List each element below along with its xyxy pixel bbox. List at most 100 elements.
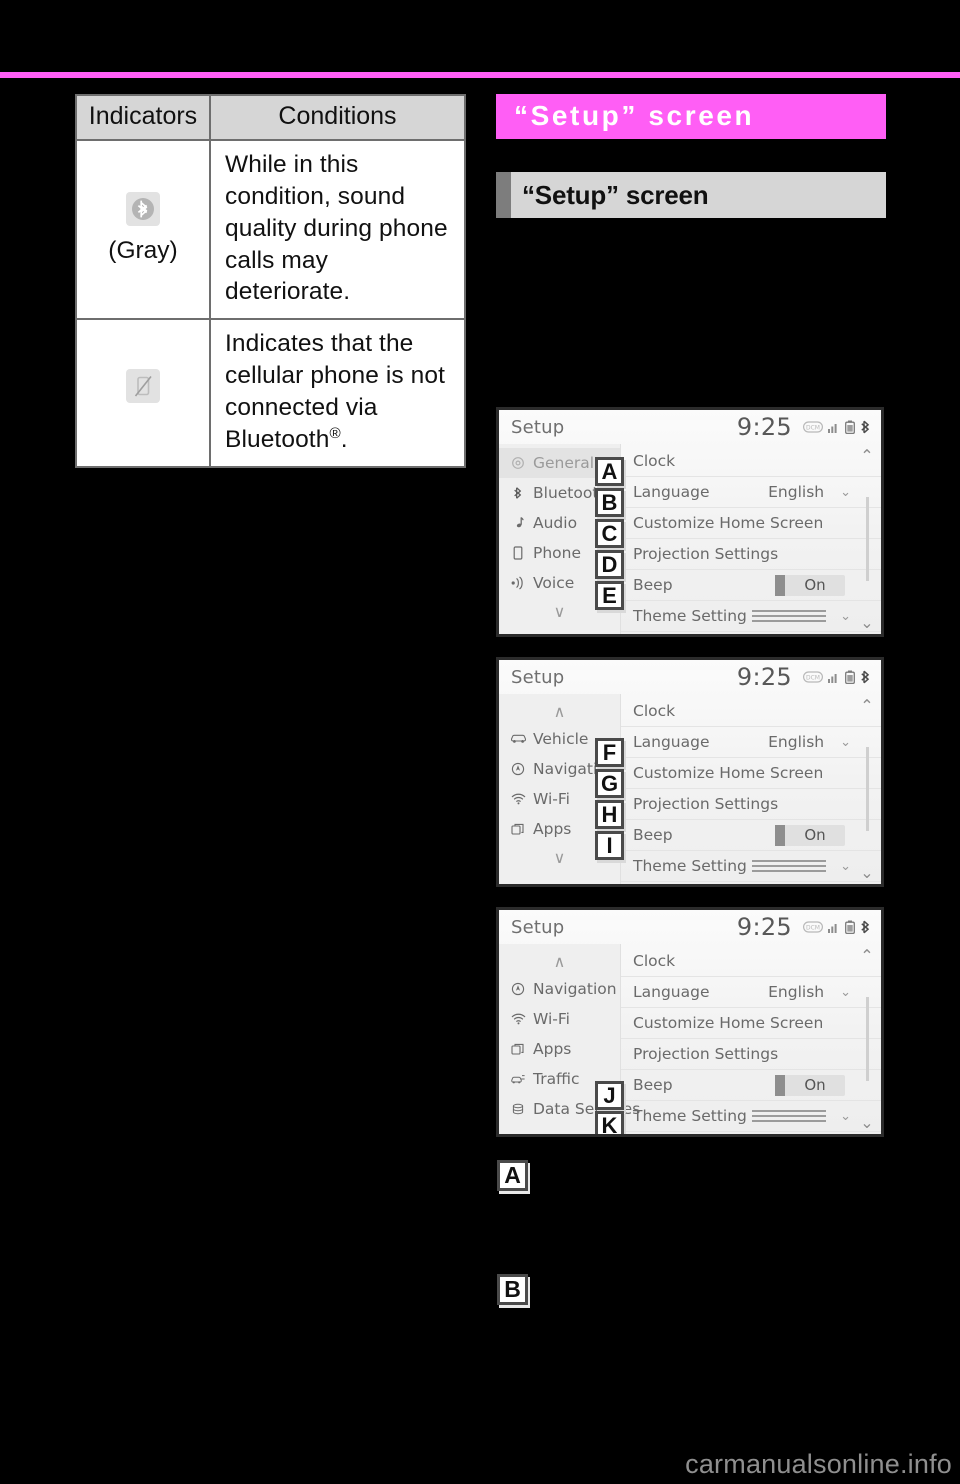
sidebar-scroll-up-3[interactable]: ∧ [499,948,620,974]
setting-row-customize-home-screen[interactable]: Customize Home Screen [621,1008,881,1039]
scroll-track[interactable] [865,719,869,859]
theme-slider-icon[interactable] [752,1110,827,1122]
setup-screen-image-1: Setup 9:25 DCM General Bluetooth Audio P… [496,407,884,637]
scrollbar-3[interactable]: ⌃ ⌄ [856,946,878,1132]
head-unit-ui-1: Setup 9:25 DCM General Bluetooth Audio P… [499,410,881,634]
setting-label: Projection Settings [633,545,779,563]
setting-row-beep[interactable]: Beep On [621,570,881,601]
body-1: General Bluetooth Audio Phone Voice ∨ Cl… [499,444,881,634]
setting-row-beep[interactable]: Beep On [621,820,881,851]
gear-icon [508,456,528,470]
item-marker-b: B [497,1274,528,1305]
beep-toggle[interactable]: On [775,824,845,846]
setting-row-theme-setting[interactable]: Theme Setting ⌄ [621,1101,881,1132]
setup-screen-image-2: Setup 9:25 DCM ∧ Vehicle Navigation Wi-F… [496,657,884,887]
scroll-up-icon[interactable]: ⌃ [860,946,873,965]
setting-row-clock[interactable]: Clock [621,446,881,477]
setting-row-customize-home-screen[interactable]: Customize Home Screen [621,758,881,789]
sidebar-item-wifi[interactable]: Wi-Fi [499,1004,620,1034]
wifi-icon [508,1013,528,1025]
scroll-track[interactable] [865,969,869,1109]
sidebar-item-label: Apps [533,1040,572,1058]
callout-i: I [595,831,624,860]
item-marker-a: A [497,1160,528,1191]
callout-g: G [595,769,624,798]
right-column: “Setup” screen “Setup” screen [496,94,886,218]
sidebar-item-label: Phone [533,544,582,562]
screen-title: Setup [511,666,565,688]
setting-label: Customize Home Screen [633,764,824,782]
chevron-down-icon[interactable]: ⌄ [840,985,851,1000]
svg-text:DCM: DCM [806,425,820,432]
bluetooth-icon [508,486,528,500]
setting-row-language[interactable]: Language English ⌄ [621,977,881,1008]
sidebar-item-label: Audio [533,514,578,532]
sidebar-scroll-up-2[interactable]: ∧ [499,698,620,724]
setting-row-beep[interactable]: Beep On [621,1070,881,1101]
setting-row-projection-settings[interactable]: Projection Settings [621,789,881,820]
setting-row-language[interactable]: Language English ⌄ [621,727,881,758]
screen-title: Setup [511,916,565,938]
sidebar-item-label: Vehicle [533,730,589,748]
music-note-icon [508,516,528,530]
beep-toggle[interactable]: On [775,1074,845,1096]
svg-text:DCM: DCM [806,925,820,932]
beep-toggle[interactable]: On [775,574,845,596]
setting-label: Theme Setting [633,857,747,875]
table-row: (Gray) While in this condition, sound qu… [75,138,466,321]
scroll-up-icon[interactable]: ⌃ [860,696,873,715]
callout-h: H [595,800,624,829]
sidebar-item-label: General [533,454,595,472]
setting-row-projection-settings[interactable]: Projection Settings [621,539,881,570]
toggle-state-label: On [804,1076,826,1094]
traffic-icon [508,1073,528,1086]
phone-disconnected-icon [126,369,160,404]
sidebar-item-label: Wi-Fi [533,790,570,808]
chevron-down-icon[interactable]: ⌄ [840,735,851,750]
header-accent-rule [0,72,960,78]
indicator-cell-phone-disconnected [75,318,211,468]
toggle-knob [775,824,785,846]
chevron-down-icon[interactable]: ⌄ [840,1109,851,1124]
scroll-down-icon[interactable]: ⌄ [860,613,873,632]
indicator-cell-bluetooth: (Gray) [75,138,211,321]
callout-a: A [595,457,624,486]
battery-icon [845,920,855,934]
indicators-table: Indicators Conditions (Gray) While in th… [75,94,466,468]
setting-row-theme-setting[interactable]: Theme Setting ⌄ [621,601,881,632]
chevron-down-icon[interactable]: ⌄ [840,485,851,500]
scrollbar-1[interactable]: ⌃ ⌄ [856,446,878,632]
svg-text:DCM: DCM [806,675,820,682]
signal-icon [828,671,840,683]
sidebar-item-label: Navigation [533,980,617,998]
clock-display: 9:25 [736,663,792,691]
screen-title: Setup [511,416,565,438]
sidebar-item-navigation[interactable]: Navigation [499,974,620,1004]
theme-slider-icon[interactable] [752,610,827,622]
setting-row-projection-settings[interactable]: Projection Settings [621,1039,881,1070]
scroll-track[interactable] [865,469,869,609]
setting-row-clock[interactable]: Clock [621,946,881,977]
sidebar-item-apps[interactable]: Apps [499,1034,620,1064]
chevron-down-icon[interactable]: ⌄ [840,859,851,874]
setting-row-clock[interactable]: Clock [621,696,881,727]
section-tab-marker [496,172,511,218]
scroll-up-icon[interactable]: ⌃ [860,446,873,465]
setting-label: Beep [633,826,673,844]
chevron-down-icon[interactable]: ⌄ [840,609,851,624]
setting-value: English [768,733,825,751]
scrollbar-2[interactable]: ⌃ ⌄ [856,696,878,882]
settings-list-1: Clock Language English ⌄ Customize Home … [621,444,881,634]
scroll-down-icon[interactable]: ⌄ [860,1113,873,1132]
setting-label: Language [633,733,710,751]
scroll-down-icon[interactable]: ⌄ [860,863,873,882]
callout-f: F [595,738,624,767]
setting-label: Clock [633,702,676,720]
setting-row-language[interactable]: Language English ⌄ [621,477,881,508]
setting-row-customize-home-screen[interactable]: Customize Home Screen [621,508,881,539]
setting-row-theme-setting[interactable]: Theme Setting ⌄ [621,851,881,882]
theme-slider-icon[interactable] [752,860,827,872]
setting-value: English [768,983,825,1001]
setting-label: Clock [633,452,676,470]
table-row: Indicates that the cellular phone is not… [75,318,466,468]
